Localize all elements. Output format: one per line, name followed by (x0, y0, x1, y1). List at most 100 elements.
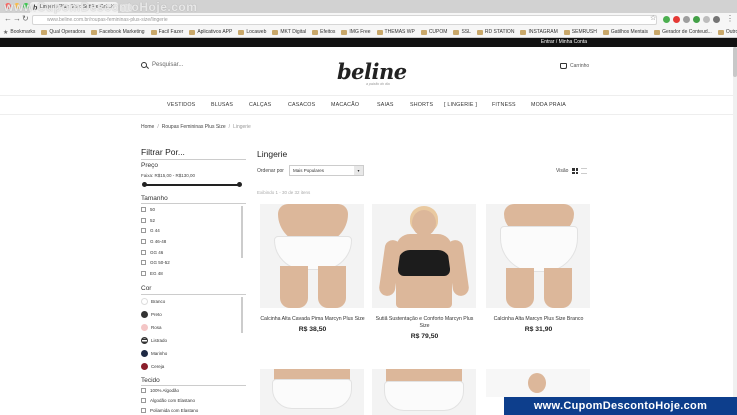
cart-link[interactable]: Carrinho (560, 63, 589, 69)
breadcrumb-home[interactable]: Home (141, 124, 154, 130)
color-option[interactable]: Cereja (141, 363, 164, 370)
product-image[interactable] (260, 369, 364, 415)
product-name[interactable]: Sutiã Sustentação e Conforto Marcyn Plus… (372, 316, 477, 330)
product-image[interactable] (486, 369, 590, 397)
bookmark-item[interactable]: Efeitos (312, 29, 335, 35)
menu-item-blusas[interactable]: BLUSAS (211, 102, 233, 108)
product-name[interactable]: Calcinha Alta Cavada Pima Marcyn Plus Si… (260, 316, 365, 323)
menu-item-casacos[interactable]: CASACOS (288, 102, 315, 108)
bookmark-item[interactable]: Facil Fazer (150, 29, 183, 35)
back-icon[interactable]: ← (4, 14, 12, 23)
bookmarks-menu[interactable]: ★ Bookmarks (3, 29, 35, 36)
search-icon (141, 62, 147, 68)
bookmark-item[interactable]: Locaweb (238, 29, 266, 35)
bookmark-item[interactable]: IMG Free (341, 29, 371, 35)
extension-icon[interactable] (713, 16, 720, 23)
checkbox[interactable] (141, 260, 146, 265)
bookmark-item[interactable]: SSL (453, 29, 471, 35)
checkbox[interactable] (141, 218, 146, 223)
color-option-label: Branco (151, 299, 166, 304)
color-option[interactable]: Rosa (141, 324, 162, 331)
menu-item-calcas[interactable]: CALÇAS (249, 102, 271, 108)
url-input[interactable]: www.beline.com.br/roupas-femininas-plus-… (32, 15, 657, 25)
product-name[interactable]: Calcinha Alta Marcyn Plus Size Branco (486, 316, 591, 323)
fabric-option[interactable]: Poliamida com Elastano (141, 408, 198, 413)
menu-item-vestidos[interactable]: VESTIDOS (167, 102, 195, 108)
checkbox[interactable] (141, 228, 146, 233)
product-image[interactable] (486, 204, 590, 308)
bookmark-item[interactable]: Gerador de Conteud... (654, 29, 712, 35)
bookmark-star-icon[interactable]: ☆ (650, 14, 656, 22)
menu-item-saias[interactable]: SAIAS (377, 102, 394, 108)
checkbox[interactable] (141, 388, 146, 393)
bookmark-item[interactable]: Gatilhos Mentais (602, 29, 648, 35)
checkbox[interactable] (141, 207, 146, 212)
checkbox[interactable] (141, 239, 146, 244)
bookmark-item[interactable]: Outros favoritos (717, 29, 737, 35)
bookmark-item[interactable]: CUPOM (420, 29, 447, 35)
product-image[interactable] (372, 204, 476, 308)
grid-view-icon[interactable] (572, 168, 579, 174)
folder-icon (520, 29, 527, 35)
checkbox[interactable] (141, 250, 146, 255)
size-option[interactable]: G 46-48 (141, 239, 166, 244)
divider (141, 159, 246, 160)
product-card[interactable]: Calcinha Alta Cavada Pima Marcyn Plus Si… (260, 204, 365, 333)
extension-icon[interactable] (683, 16, 690, 23)
price-slider-max-handle[interactable] (237, 182, 242, 187)
product-card[interactable]: Calcinha Alta Marcyn Plus Size Branco R$… (486, 204, 591, 333)
size-option[interactable]: 50 (141, 207, 155, 212)
bookmark-item[interactable]: RD STATION (476, 29, 514, 35)
checkbox[interactable] (141, 271, 146, 276)
extension-icon[interactable] (663, 16, 670, 23)
price-slider-track[interactable] (144, 184, 240, 186)
menu-item-shorts[interactable]: SHORTS (410, 102, 433, 108)
color-option[interactable]: Listrado (141, 337, 167, 344)
bookmark-item[interactable]: Qual Operadora (41, 29, 85, 35)
search-input[interactable]: Pesquisar... (152, 62, 183, 68)
account-link[interactable]: Entrar / Minha Conta (541, 39, 587, 45)
bookmark-item[interactable]: SEMRUSH (563, 29, 597, 35)
menu-item-fitness[interactable]: FITNESS (492, 102, 516, 108)
price-slider-min-handle[interactable] (142, 182, 147, 187)
search-box[interactable]: Pesquisar... (141, 62, 183, 68)
site-logo[interactable]: beline (337, 59, 407, 84)
sort-select[interactable]: Mais Populares ▾ (289, 165, 364, 176)
checkbox[interactable] (141, 408, 146, 413)
menu-item-moda-praia[interactable]: MODA PRAIA (531, 102, 566, 108)
bookmark-item[interactable]: THEMAS WP (376, 29, 415, 35)
product-card[interactable]: Sutiã Sustentação e Conforto Marcyn Plus… (372, 204, 477, 340)
extension-icon[interactable] (693, 16, 700, 23)
bookmark-item[interactable]: MKT Digital (272, 29, 306, 35)
color-option[interactable]: Preto (141, 311, 162, 318)
extension-icon[interactable] (673, 16, 680, 23)
bookmark-item[interactable]: INSTAGRAM (520, 29, 558, 35)
scrollbar-thumb[interactable] (733, 47, 737, 77)
size-option[interactable]: GG 46 (141, 250, 163, 255)
fabric-option[interactable]: 100% Algodão (141, 388, 179, 393)
bookmark-item[interactable]: Aplicativos APP (189, 29, 232, 35)
size-option[interactable]: GG 50-52 (141, 260, 170, 265)
size-scrollbar[interactable] (241, 206, 243, 258)
product-image[interactable] (260, 204, 364, 308)
forward-icon[interactable]: → (13, 14, 21, 23)
color-option[interactable]: Branco (141, 298, 165, 305)
bookmark-item[interactable]: Facebook Marketing (91, 29, 145, 35)
page-scrollbar[interactable] (733, 47, 737, 397)
breadcrumb-section[interactable]: Roupas Femininas Plus Size (162, 124, 226, 130)
menu-item-macacao[interactable]: MACACÃO (331, 102, 359, 108)
size-option[interactable]: EG 48 (141, 271, 163, 276)
product-image[interactable] (372, 369, 476, 415)
checkbox[interactable] (141, 398, 146, 403)
list-view-icon[interactable] (581, 168, 588, 174)
color-scrollbar[interactable] (241, 297, 243, 333)
extension-icon[interactable] (703, 16, 710, 23)
menu-dots-icon[interactable]: ⋮ (726, 14, 734, 23)
size-option[interactable]: 52 (141, 218, 155, 223)
menu-item-lingerie[interactable]: [ LINGERIE ] (444, 102, 477, 108)
size-option[interactable]: G 44 (141, 228, 160, 233)
color-option[interactable]: Marinho (141, 350, 167, 357)
reload-icon[interactable]: ↻ (22, 14, 29, 23)
bookmark-label: Qual Operadora (49, 29, 86, 35)
fabric-option[interactable]: Algodão com Elastano (141, 398, 195, 403)
